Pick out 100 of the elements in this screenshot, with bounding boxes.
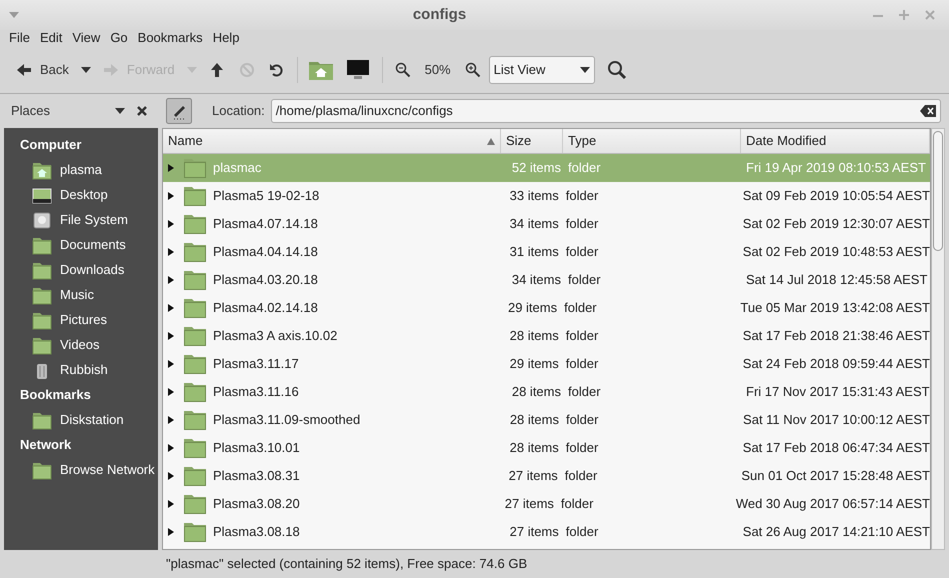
sidebar-heading: Computer bbox=[19, 136, 82, 154]
folder-icon bbox=[183, 297, 207, 319]
file-row[interactable]: Plasma4.07.14.18 34 items folder Sat 02 Feb 2019 12:30:07 AEST bbox=[163, 210, 930, 238]
file-row[interactable]: Plasma3.11.17 29 items folder Sat 24 Feb 2018 09:59:44 AEST bbox=[163, 350, 930, 378]
expander-icon[interactable] bbox=[167, 499, 175, 509]
column-header[interactable]: Size bbox=[501, 129, 563, 153]
folder-icon bbox=[183, 325, 207, 347]
sidebar-item[interactable]: Browse Network bbox=[4, 457, 158, 482]
file-name: Plasma4.03.20.18 bbox=[213, 271, 318, 290]
table-cell-text: Sat 02 Feb 2019 12:30:07 AEST bbox=[742, 215, 930, 234]
expander-icon[interactable] bbox=[167, 443, 175, 453]
caret-icon[interactable] bbox=[115, 108, 125, 114]
sidebar-item[interactable]: Videos bbox=[4, 332, 158, 357]
expander-icon[interactable] bbox=[167, 387, 175, 397]
file-name: Plasma3.08.31 bbox=[213, 467, 300, 486]
zoom-out-icon[interactable] bbox=[394, 62, 411, 78]
expander-icon[interactable] bbox=[167, 331, 175, 341]
expander-icon[interactable] bbox=[167, 219, 175, 229]
scrollbar-thumb[interactable] bbox=[933, 131, 943, 251]
sidebar-heading: Network bbox=[19, 436, 72, 454]
file-name: Plasma3.11.16 bbox=[213, 383, 299, 402]
expander-icon[interactable] bbox=[167, 275, 175, 285]
caret-icon[interactable] bbox=[80, 66, 91, 72]
expander-icon[interactable] bbox=[167, 303, 175, 313]
sidebar-title: Places bbox=[11, 102, 52, 120]
close-icon[interactable] bbox=[137, 106, 147, 116]
table-cell-text: folder bbox=[567, 159, 602, 178]
table-cell-text: 28 items bbox=[510, 383, 562, 402]
expander-icon[interactable] bbox=[167, 415, 175, 425]
forward-arrow-icon bbox=[102, 62, 119, 78]
folder-icon bbox=[183, 465, 207, 487]
file-name: plasmac bbox=[213, 159, 262, 178]
menu-item[interactable]: Edit bbox=[34, 28, 68, 48]
location-label: Location: bbox=[212, 102, 265, 120]
file-name: Plasma3.08.18 bbox=[213, 523, 300, 542]
status-text: "plasmac" selected (containing 52 items), Free space: 74.6 GB bbox=[166, 555, 528, 574]
zoom-level: 50% bbox=[424, 60, 452, 79]
clear-icon[interactable] bbox=[920, 105, 936, 117]
toolbar-button[interactable]: Back bbox=[10, 54, 75, 84]
table-cell-text: folder bbox=[567, 271, 602, 290]
sidebar-item[interactable]: File System bbox=[4, 207, 158, 232]
table-cell-text: 52 items bbox=[510, 159, 562, 178]
column-header[interactable]: Date Modified bbox=[741, 129, 930, 153]
location-field[interactable]: /home/plasma/linuxcnc/configs bbox=[270, 99, 941, 123]
table-cell-text: Sun 01 Oct 2017 15:28:48 AEST bbox=[740, 467, 930, 486]
column-header[interactable]: Type bbox=[563, 129, 741, 153]
expander-icon[interactable] bbox=[167, 471, 175, 481]
table-cell-text: Wed 30 Aug 2017 06:57:14 AEST bbox=[734, 495, 930, 514]
file-name: Plasma4.07.14.18 bbox=[213, 215, 318, 234]
file-row[interactable]: Plasma3.08.18 27 items folder Sat 26 Aug 2017 14:21:10 AEST bbox=[163, 518, 930, 546]
file-name: Plasma3.11.17 bbox=[213, 355, 299, 374]
menu-item[interactable]: File bbox=[4, 28, 35, 48]
table-cell-text: 29 items bbox=[508, 355, 560, 374]
table-cell-text: 34 items bbox=[508, 215, 560, 234]
monitor-icon[interactable] bbox=[346, 58, 370, 80]
file-row[interactable]: Plasma3.08.20 27 items folder Wed 30 Aug 2017 06:57:14 AEST bbox=[163, 490, 930, 518]
sidebar-item[interactable]: Desktop bbox=[4, 182, 158, 207]
file-row[interactable]: Plasma3.11.09-smoothed 28 items folder Sat 11 Nov 2017 10:00:12 AEST bbox=[163, 406, 930, 434]
column-header[interactable]: Name bbox=[163, 129, 501, 153]
table-cell-text: Tue 05 Mar 2019 13:42:08 AEST bbox=[739, 299, 930, 318]
edit-location-button[interactable] bbox=[166, 98, 192, 124]
sidebar-item[interactable]: Pictures bbox=[4, 307, 158, 332]
folder-icon bbox=[183, 409, 207, 431]
expander-icon[interactable] bbox=[167, 163, 175, 173]
file-row[interactable]: Plasma4.02.14.18 29 items folder Tue 05 Mar 2019 13:42:08 AEST bbox=[163, 294, 930, 322]
sidebar-item[interactable]: Diskstation bbox=[4, 407, 158, 432]
sidebar-item[interactable]: Music bbox=[4, 282, 158, 307]
menu-item[interactable]: Help bbox=[208, 28, 244, 48]
menu-item[interactable]: Go bbox=[105, 28, 133, 48]
menu-item[interactable]: Bookmarks bbox=[132, 28, 208, 48]
zoom-in-icon[interactable] bbox=[464, 62, 481, 78]
table-cell-text: 28 items bbox=[508, 411, 560, 430]
file-name: Plasma4.04.14.18 bbox=[213, 243, 318, 262]
expander-icon[interactable] bbox=[167, 247, 175, 257]
caret-icon bbox=[580, 66, 590, 72]
sidebar-item[interactable]: Documents bbox=[4, 232, 158, 257]
expander-icon[interactable] bbox=[167, 191, 175, 201]
drive-icon bbox=[32, 210, 52, 230]
sidebar-item[interactable]: Rubbish bbox=[4, 357, 158, 382]
table-cell-text: folder bbox=[564, 327, 600, 346]
file-row[interactable]: Plasma3.08.31 27 items folder Sun 01 Oct 2017 15:28:48 AEST bbox=[163, 462, 930, 490]
file-row[interactable]: Plasma3.11.16 28 items folder Fri 17 Nov 2017 15:31:43 AEST bbox=[163, 378, 930, 406]
folder-icon bbox=[183, 521, 207, 543]
expander-icon[interactable] bbox=[167, 527, 175, 537]
expander-icon[interactable] bbox=[167, 359, 175, 369]
menu-item[interactable]: View bbox=[67, 28, 106, 48]
table-cell-text: Sat 11 Nov 2017 10:00:12 AEST bbox=[742, 411, 930, 430]
search-icon[interactable] bbox=[606, 60, 627, 80]
file-row[interactable]: Plasma5 19-02-18 33 items folder Sat 09 Feb 2019 10:05:54 AEST bbox=[163, 182, 930, 210]
file-row[interactable]: Plasma3 A axis.10.02 28 items folder Sat 17 Feb 2018 21:38:46 AEST bbox=[163, 322, 930, 350]
sidebar-item[interactable]: Downloads bbox=[4, 257, 158, 282]
sidebar-heading: Bookmarks bbox=[19, 386, 92, 404]
table-cell-text: Sat 02 Feb 2019 10:48:53 AEST bbox=[742, 243, 930, 262]
sidebar-item[interactable]: plasma bbox=[4, 157, 158, 182]
table-cell-text: folder bbox=[564, 215, 600, 234]
view-select[interactable]: List View bbox=[488, 56, 595, 84]
file-row[interactable]: Plasma4.04.14.18 31 items folder Sat 02 Feb 2019 10:48:53 AEST bbox=[163, 238, 930, 266]
file-row[interactable]: Plasma3.10.01 28 items folder Sat 17 Feb 2018 06:47:34 AEST bbox=[163, 434, 930, 462]
file-row[interactable]: Plasma4.03.20.18 34 items folder Sat 14 Jul 2018 12:45:58 AEST bbox=[163, 266, 930, 294]
table-cell-text: folder bbox=[564, 467, 598, 486]
